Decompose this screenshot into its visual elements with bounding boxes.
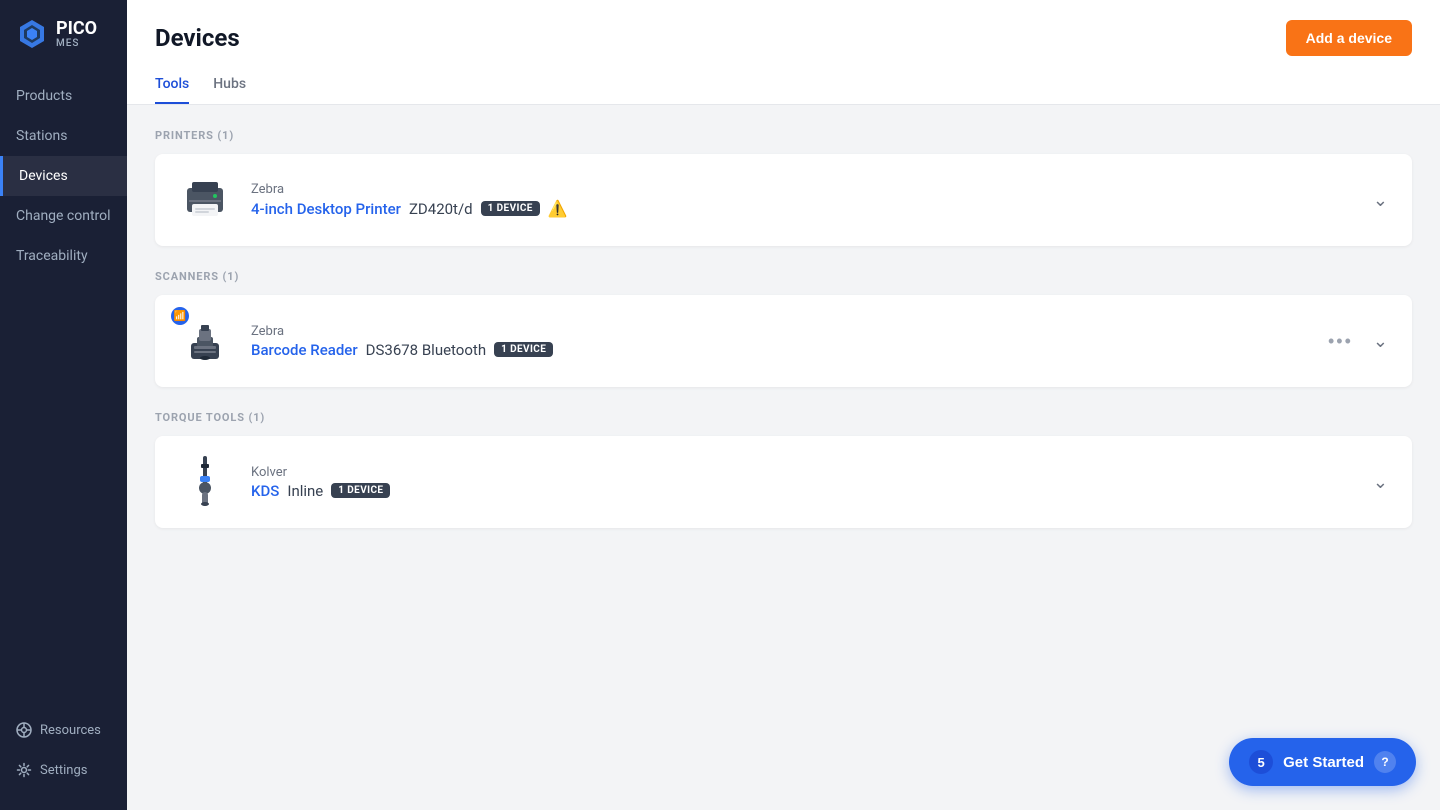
- scanners-section-header: SCANNERS (1): [155, 270, 1412, 283]
- printer-brand: Zebra: [251, 182, 1353, 197]
- printer-warning-icon: ⚠️: [548, 199, 568, 218]
- printers-section-header: PRINTERS (1): [155, 129, 1412, 142]
- printer-icon: [179, 174, 231, 226]
- torque-actions: ⌄: [1369, 468, 1392, 497]
- scanner-icon: [179, 315, 231, 367]
- printer-device-image: [175, 170, 235, 230]
- logo-text-block: PICO MES: [56, 20, 97, 49]
- torque-device-card: Kolver KDS Inline 1 DEVICE ⌄: [155, 436, 1412, 528]
- tab-tools[interactable]: Tools: [155, 68, 189, 104]
- printer-expand-button[interactable]: ⌄: [1369, 186, 1392, 215]
- bluetooth-icon: 📶: [171, 307, 189, 325]
- sidebar-item-devices[interactable]: Devices: [0, 156, 127, 196]
- get-started-count: 5: [1249, 750, 1273, 774]
- scanner-expand-button[interactable]: ⌄: [1369, 327, 1392, 356]
- scanner-name-row: Barcode Reader DS3678 Bluetooth 1 DEVICE: [251, 341, 1308, 359]
- torque-tool-icon: [185, 454, 225, 510]
- sidebar: PICO MES Products Stations Devices Chang…: [0, 0, 127, 810]
- printer-name-row: 4-inch Desktop Printer ZD420t/d 1 DEVICE…: [251, 199, 1353, 218]
- sidebar-item-products[interactable]: Products: [0, 76, 127, 116]
- get-started-button[interactable]: 5 Get Started ?: [1229, 738, 1416, 786]
- torque-expand-button[interactable]: ⌄: [1369, 468, 1392, 497]
- get-started-help-icon: ?: [1374, 751, 1396, 773]
- torque-section-header: TORQUE TOOLS (1): [155, 411, 1412, 424]
- printer-device-info: Zebra 4-inch Desktop Printer ZD420t/d 1 …: [251, 182, 1353, 218]
- torque-device-info: Kolver KDS Inline 1 DEVICE: [251, 465, 1353, 500]
- sidebar-item-change-control[interactable]: Change control: [0, 196, 127, 236]
- torque-badge: 1 DEVICE: [331, 483, 390, 498]
- scanner-actions: ••• ⌄: [1324, 327, 1392, 356]
- scanner-badge: 1 DEVICE: [494, 342, 553, 357]
- header-top: Devices Add a device: [155, 20, 1412, 56]
- tabs: Tools Hubs: [155, 68, 1412, 104]
- main-header: Devices Add a device Tools Hubs: [127, 0, 1440, 105]
- torque-brand: Kolver: [251, 465, 1353, 480]
- tab-hubs[interactable]: Hubs: [213, 68, 246, 104]
- sidebar-item-stations[interactable]: Stations: [0, 116, 127, 156]
- sidebar-item-resources[interactable]: Resources: [0, 710, 127, 750]
- printer-actions: ⌄: [1369, 186, 1392, 215]
- main-content: Devices Add a device Tools Hubs PRINTERS…: [127, 0, 1440, 810]
- sidebar-nav: Products Stations Devices Change control…: [0, 68, 127, 710]
- scanner-device-info: Zebra Barcode Reader DS3678 Bluetooth 1 …: [251, 324, 1308, 359]
- get-started-label: Get Started: [1283, 754, 1364, 771]
- torque-name-row: KDS Inline 1 DEVICE: [251, 482, 1353, 500]
- scanner-name-link[interactable]: Barcode Reader: [251, 341, 358, 359]
- scanner-model: DS3678 Bluetooth: [366, 341, 486, 359]
- scanner-device-image: 📶: [175, 311, 235, 371]
- scanner-device-card: 📶 Zebra Barcode Reader DS3678 Bluetooth …: [155, 295, 1412, 387]
- torque-name-link[interactable]: KDS: [251, 482, 279, 500]
- sidebar-bottom: Resources Settings: [0, 710, 127, 810]
- logo-sub: MES: [56, 38, 97, 49]
- page-title: Devices: [155, 24, 240, 52]
- scanner-brand: Zebra: [251, 324, 1308, 339]
- sidebar-item-settings[interactable]: Settings: [0, 750, 127, 790]
- printer-device-card: Zebra 4-inch Desktop Printer ZD420t/d 1 …: [155, 154, 1412, 246]
- torque-device-image: [175, 452, 235, 512]
- sidebar-item-traceability[interactable]: Traceability: [0, 236, 127, 276]
- content-area: PRINTERS (1) Zebra 4-inch Desktop Printe…: [127, 105, 1440, 810]
- add-device-button[interactable]: Add a device: [1286, 20, 1412, 56]
- logo: PICO MES: [0, 0, 127, 68]
- logo-icon: [16, 18, 48, 50]
- logo-name: PICO: [56, 20, 97, 38]
- scanner-more-button[interactable]: •••: [1324, 327, 1357, 356]
- printer-name-link[interactable]: 4-inch Desktop Printer: [251, 200, 401, 218]
- printer-model: ZD420t/d: [409, 200, 473, 218]
- printer-badge: 1 DEVICE: [481, 201, 540, 216]
- resources-icon: [16, 722, 32, 738]
- torque-model: Inline: [287, 482, 323, 500]
- settings-icon: [16, 762, 32, 778]
